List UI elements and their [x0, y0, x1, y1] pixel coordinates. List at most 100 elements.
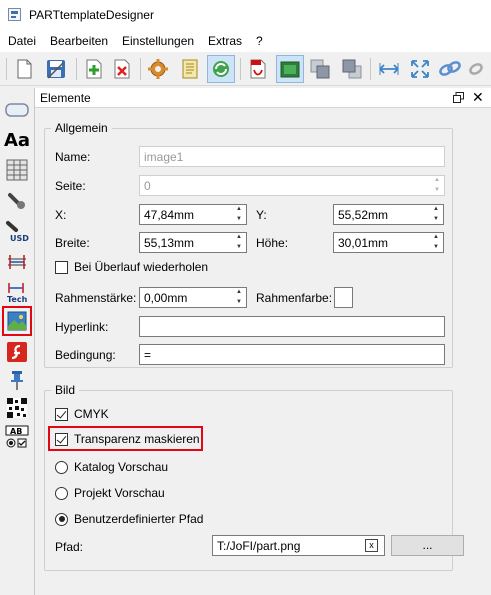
- hyperlink-field[interactable]: [139, 316, 445, 337]
- panel-scrollbar[interactable]: [481, 109, 491, 595]
- flash-icon[interactable]: [2, 338, 32, 366]
- height-label: Höhe:: [256, 236, 289, 250]
- custom-path-radio[interactable]: Benutzerdefinierter Pfad: [55, 512, 203, 526]
- checkbox-box[interactable]: [55, 432, 68, 446]
- tech-dimension-icon[interactable]: Tech: [2, 278, 32, 306]
- catalog-preview-label: Katalog Vorschau: [74, 460, 169, 474]
- catalog-preview-radio[interactable]: Katalog Vorschau: [55, 460, 168, 474]
- general-group-title: Allgemein: [51, 121, 112, 135]
- checkbox-box[interactable]: [55, 407, 68, 421]
- form-field-icon[interactable]: AB: [2, 424, 32, 452]
- menu-einstellungen[interactable]: Einstellungen: [122, 34, 194, 48]
- menu-extras[interactable]: Extras: [208, 34, 242, 48]
- spin-down-icon[interactable]: ▼: [434, 187, 440, 194]
- height-value: 30,01mm: [338, 236, 389, 250]
- condition-field[interactable]: =: [139, 344, 445, 365]
- delete-icon[interactable]: [108, 55, 136, 83]
- fit-page-icon[interactable]: [406, 55, 434, 83]
- width-label: Breite:: [55, 236, 90, 250]
- name-field[interactable]: image1: [139, 146, 445, 167]
- frame-width-label: Rahmenstärke:: [55, 291, 137, 305]
- y-value: 55,52mm: [338, 208, 389, 222]
- mask-transparency-label: Transparenz maskieren: [74, 432, 200, 446]
- svg-text:USD: USD: [10, 234, 29, 243]
- page-spinbox[interactable]: 0 ▲ ▼: [139, 175, 445, 196]
- text-icon[interactable]: Aa: [2, 126, 32, 154]
- width-value: 55,13mm: [144, 236, 195, 250]
- menu-help[interactable]: ?: [256, 34, 263, 48]
- refresh-icon[interactable]: [207, 55, 235, 83]
- path-field[interactable]: T:/JoFI/part.png: [212, 535, 385, 556]
- x-spinbox[interactable]: 47,84mm ▲ ▼: [139, 204, 247, 225]
- spin-down-icon[interactable]: ▼: [236, 299, 242, 306]
- height-spinbox[interactable]: 30,01mm ▲ ▼: [333, 232, 444, 253]
- spin-up-icon[interactable]: ▲: [236, 206, 242, 213]
- panel-title: Elemente: [40, 91, 91, 105]
- image-export-icon[interactable]: [276, 55, 304, 83]
- notes-icon[interactable]: [176, 55, 204, 83]
- repeat-on-overflow-checkbox[interactable]: Bei Überlauf wiederholen: [55, 260, 208, 274]
- project-preview-radio[interactable]: Projekt Vorschau: [55, 486, 165, 500]
- title-bar: PARTtemplateDesigner: [0, 0, 491, 30]
- app-icon: [8, 8, 21, 21]
- close-icon[interactable]: ✕: [472, 89, 484, 105]
- spin-down-icon[interactable]: ▼: [433, 216, 439, 223]
- window-title: PARTtemplateDesigner: [29, 8, 154, 22]
- frame-width-value: 0,00mm: [144, 291, 188, 305]
- y-label: Y:: [256, 208, 267, 222]
- link-icon[interactable]: [436, 55, 464, 83]
- browse-button[interactable]: ...: [391, 535, 464, 556]
- checkbox-box[interactable]: [55, 260, 68, 274]
- name-label: Name:: [55, 150, 91, 164]
- settings-icon[interactable]: [144, 55, 172, 83]
- spin-down-icon[interactable]: ▼: [236, 216, 242, 223]
- tuning-icon[interactable]: [2, 186, 32, 214]
- panel-header: Elemente ✕: [35, 88, 491, 108]
- bring-forward-icon[interactable]: [306, 55, 334, 83]
- spin-up-icon[interactable]: ▲: [434, 177, 440, 184]
- pdf-export-icon[interactable]: [244, 55, 272, 83]
- main-toolbar: [0, 52, 491, 86]
- add-icon[interactable]: [80, 55, 108, 83]
- spin-down-icon[interactable]: ▼: [433, 244, 439, 251]
- frame-color-swatch[interactable]: [334, 287, 353, 308]
- save-icon[interactable]: [42, 55, 70, 83]
- frame-icon[interactable]: [2, 96, 32, 124]
- send-backward-icon[interactable]: [338, 55, 366, 83]
- repeat-on-overflow-label: Bei Überlauf wiederholen: [74, 260, 209, 274]
- cmyk-checkbox[interactable]: CMYK: [55, 407, 109, 421]
- float-icon[interactable]: [453, 92, 464, 103]
- svg-text:AB: AB: [10, 427, 22, 436]
- usd-price-icon[interactable]: USD: [2, 216, 32, 244]
- mask-transparency-checkbox[interactable]: Transparenz maskieren: [55, 432, 200, 446]
- spin-up-icon[interactable]: ▲: [236, 234, 242, 241]
- x-label: X:: [55, 208, 67, 222]
- fit-width-icon[interactable]: [375, 55, 403, 83]
- radio-button[interactable]: [55, 512, 68, 526]
- new-file-icon[interactable]: [10, 55, 38, 83]
- table-icon[interactable]: [2, 156, 32, 184]
- custom-path-label: Benutzerdefinierter Pfad: [74, 512, 204, 526]
- dimension-icon[interactable]: [2, 248, 32, 276]
- page-value: 0: [144, 179, 151, 193]
- menu-bearbeiten[interactable]: Bearbeiten: [50, 34, 108, 48]
- spin-down-icon[interactable]: ▼: [236, 244, 242, 251]
- spin-up-icon[interactable]: ▲: [236, 289, 242, 296]
- frame-width-spinbox[interactable]: 0,00mm ▲ ▼: [139, 287, 247, 308]
- hyperlink-label: Hyperlink:: [55, 320, 109, 334]
- x-value: 47,84mm: [144, 208, 195, 222]
- menu-datei[interactable]: Datei: [8, 34, 36, 48]
- y-spinbox[interactable]: 55,52mm ▲ ▼: [333, 204, 444, 225]
- clear-icon[interactable]: x: [365, 539, 378, 552]
- spin-up-icon[interactable]: ▲: [433, 234, 439, 241]
- image-icon[interactable]: [2, 306, 32, 336]
- radio-button[interactable]: [55, 486, 68, 500]
- pin-icon[interactable]: [2, 366, 32, 394]
- unlink-icon[interactable]: [464, 55, 491, 83]
- elements-panel: Elemente ✕ Allgemein Name: image1 Seite:…: [34, 88, 491, 595]
- width-spinbox[interactable]: 55,13mm ▲ ▼: [139, 232, 247, 253]
- qr-code-icon[interactable]: [2, 394, 32, 422]
- spin-up-icon[interactable]: ▲: [433, 206, 439, 213]
- svg-text:Tech: Tech: [7, 295, 28, 304]
- radio-button[interactable]: [55, 460, 68, 474]
